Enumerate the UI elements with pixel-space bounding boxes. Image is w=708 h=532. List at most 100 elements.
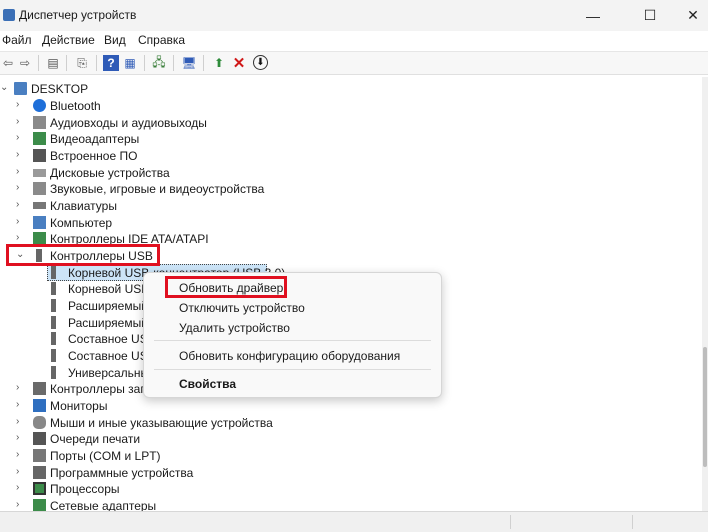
tree-item-software-devices[interactable]: › Программные устройства bbox=[0, 464, 700, 481]
disable-device-menu-item[interactable]: Отключить устройство bbox=[179, 301, 305, 315]
chevron-right-icon[interactable]: › bbox=[16, 149, 26, 161]
chevron-right-icon[interactable]: › bbox=[16, 432, 26, 444]
chevron-right-icon[interactable]: › bbox=[16, 182, 26, 194]
tree-root[interactable]: ⌄ DESKTOP bbox=[0, 80, 700, 97]
uninstall-device-menu-item[interactable]: Удалить устройство bbox=[179, 321, 290, 335]
tree-item-ports[interactable]: › Порты (COM и LPT) bbox=[0, 447, 700, 464]
tree-item-label: Клавиатуры bbox=[50, 199, 117, 213]
tree-item-computer[interactable]: › Компьютер bbox=[0, 214, 700, 231]
sound-icon bbox=[33, 182, 46, 195]
tree-item-mice[interactable]: › Мыши и иные указывающие устройства bbox=[0, 414, 700, 431]
tree-item-audio-io[interactable]: › Аудиовходы и аудиовыходы bbox=[0, 114, 700, 131]
toolbar-separator bbox=[173, 55, 174, 71]
tree-item-label: Сетевые адаптеры bbox=[50, 499, 157, 511]
tree-item-label: Встроенное ПО bbox=[50, 149, 138, 163]
vertical-scrollbar[interactable] bbox=[702, 77, 708, 511]
chevron-right-icon[interactable]: › bbox=[16, 416, 26, 428]
tree-item-display-adapters[interactable]: › Видеоадаптеры bbox=[0, 130, 700, 147]
firmware-icon bbox=[33, 149, 46, 162]
tree-item-label: Мониторы bbox=[50, 399, 108, 413]
toolbar: ⇦ ⇨ ▤ ⎘ ? ▦ 🖧 🖥 ⬆ ✕ ⬇ bbox=[0, 51, 708, 75]
disk-icon bbox=[33, 169, 46, 177]
chevron-right-icon[interactable]: › bbox=[16, 482, 26, 494]
chevron-right-icon[interactable]: › bbox=[16, 116, 26, 128]
tree-item-network-adapters[interactable]: › Сетевые адаптеры bbox=[0, 497, 700, 511]
tree-item-label: Дисковые устройства bbox=[50, 166, 170, 180]
tree-item-label: Очереди печати bbox=[50, 432, 141, 446]
monitor-icon[interactable]: 🖥 bbox=[181, 55, 197, 71]
usb-icon bbox=[51, 266, 56, 279]
chevron-right-icon[interactable]: › bbox=[16, 199, 26, 211]
menu-view[interactable]: Вид bbox=[104, 33, 126, 47]
tree-item-print-queues[interactable]: › Очереди печати bbox=[0, 430, 700, 447]
remove-device-icon[interactable]: ✕ bbox=[231, 55, 247, 72]
minimize-button[interactable]: — bbox=[570, 0, 616, 31]
keyboard-icon bbox=[33, 202, 46, 209]
properties-menu-item[interactable]: Свойства bbox=[179, 377, 236, 391]
help-icon[interactable]: ? bbox=[103, 55, 119, 71]
back-icon[interactable]: ⇦ bbox=[0, 55, 16, 71]
tree-item-sound-devices[interactable]: › Звуковые, игровые и видеоустройства bbox=[0, 180, 700, 197]
tree-item-label: Аудиовходы и аудиовыходы bbox=[50, 116, 207, 130]
tree-item-bluetooth[interactable]: › Bluetooth bbox=[0, 97, 700, 114]
chevron-right-icon[interactable]: › bbox=[16, 449, 26, 461]
chevron-right-icon[interactable]: › bbox=[16, 499, 26, 511]
usb-icon bbox=[51, 349, 56, 362]
tree-item-firmware[interactable]: › Встроенное ПО bbox=[0, 147, 700, 164]
tree-item-processors[interactable]: › Процессоры bbox=[0, 480, 700, 497]
refresh-view-icon[interactable]: ⎘ bbox=[74, 55, 90, 71]
usb-icon bbox=[51, 299, 56, 312]
chevron-right-icon[interactable]: › bbox=[16, 132, 26, 144]
chevron-right-icon[interactable]: › bbox=[16, 216, 26, 228]
processor-icon bbox=[33, 482, 46, 495]
tree-item-monitors[interactable]: › Мониторы bbox=[0, 397, 700, 414]
tree-item-label: Корневой USB- bbox=[68, 282, 154, 296]
status-bar bbox=[0, 511, 708, 532]
update-driver-icon[interactable]: ⬆ bbox=[211, 55, 227, 71]
tree-item-label: Программные устройства bbox=[50, 466, 194, 480]
chevron-right-icon[interactable]: › bbox=[16, 399, 26, 411]
tree-item-label: Расширяемый bbox=[68, 316, 148, 330]
menu-bar: Файл Действие Вид Справка bbox=[0, 31, 708, 51]
usb-icon bbox=[51, 366, 56, 379]
storage-controller-icon bbox=[33, 382, 46, 395]
chevron-down-icon[interactable]: ⌄ bbox=[0, 82, 10, 94]
scan-hardware-menu-item[interactable]: Обновить конфигурацию оборудования bbox=[179, 349, 400, 363]
tree-item-label: Мыши и иные указывающие устройства bbox=[50, 416, 273, 430]
device-manager-icon bbox=[3, 9, 15, 21]
toolbar-separator bbox=[144, 55, 145, 71]
view-icon[interactable]: ▦ bbox=[122, 55, 138, 71]
mouse-icon bbox=[33, 416, 46, 429]
scrollbar-thumb[interactable] bbox=[703, 347, 707, 467]
usb-icon bbox=[51, 282, 56, 295]
tree-item-keyboards[interactable]: › Клавиатуры bbox=[0, 197, 700, 214]
tree-item-disk-drives[interactable]: › Дисковые устройства bbox=[0, 164, 700, 181]
port-icon bbox=[33, 449, 46, 462]
chevron-right-icon[interactable]: › bbox=[16, 466, 26, 478]
toolbar-separator bbox=[66, 55, 67, 71]
menu-help[interactable]: Справка bbox=[138, 33, 185, 47]
download-icon[interactable]: ⬇ bbox=[253, 55, 268, 70]
tree-item-label: Расширяемый bbox=[68, 299, 148, 313]
chevron-right-icon[interactable]: › bbox=[16, 382, 26, 394]
properties-sheet-icon[interactable]: ▤ bbox=[45, 55, 61, 71]
forward-icon[interactable]: ⇨ bbox=[17, 55, 33, 71]
network-adapter-icon bbox=[33, 499, 46, 511]
maximize-button[interactable]: ☐ bbox=[627, 0, 673, 31]
speaker-icon bbox=[33, 116, 46, 129]
menu-action[interactable]: Действие bbox=[42, 33, 95, 47]
printer-icon bbox=[33, 432, 46, 445]
highlight-usb-category bbox=[6, 244, 160, 266]
toolbar-separator bbox=[203, 55, 204, 71]
menu-file[interactable]: Файл bbox=[2, 33, 32, 47]
usb-icon bbox=[51, 316, 56, 329]
bluetooth-icon bbox=[33, 99, 46, 112]
scan-hardware-icon[interactable]: 🖧 bbox=[151, 55, 167, 71]
toolbar-separator bbox=[96, 55, 97, 71]
close-button[interactable]: ✕ bbox=[670, 0, 708, 31]
chevron-right-icon[interactable]: › bbox=[16, 232, 26, 244]
menu-separator bbox=[154, 340, 431, 341]
chevron-right-icon[interactable]: › bbox=[16, 99, 26, 111]
chevron-right-icon[interactable]: › bbox=[16, 166, 26, 178]
window-title: Диспетчер устройств bbox=[19, 8, 137, 22]
